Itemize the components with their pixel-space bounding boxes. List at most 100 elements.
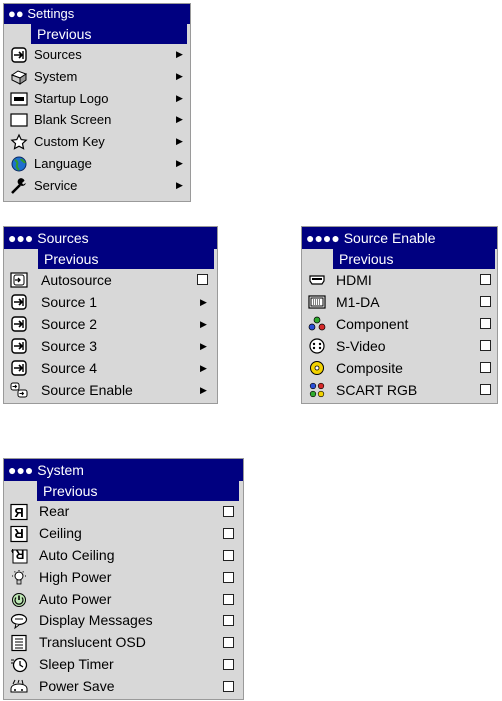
display-messages-checkbox[interactable]: [223, 615, 234, 627]
power-save-checkbox[interactable]: [223, 681, 234, 693]
system-item-label: High Power: [39, 568, 112, 585]
clock-icon: [11, 658, 28, 673]
sources-item-source-enable[interactable]: Source Enable ▶: [4, 379, 217, 401]
hdmi-checkbox[interactable]: [480, 274, 491, 285]
globe-icon: [11, 156, 27, 172]
scart-rgb-checkbox[interactable]: [480, 384, 491, 395]
submenu-arrow-icon: ▶: [176, 157, 183, 168]
settings-previous-item[interactable]: Previous: [31, 24, 187, 44]
settings-menu-title: ●● Settings: [4, 4, 190, 24]
submenu-arrow-icon: ▶: [200, 341, 207, 351]
auto-ceiling-icon: R: [11, 547, 28, 564]
source-enable-previous-item[interactable]: Previous: [333, 249, 495, 269]
system-item-display-messages[interactable]: Display Messages: [4, 610, 243, 632]
sources-item-label: Source 4: [41, 360, 98, 376]
sources-previous-item[interactable]: Previous: [38, 249, 214, 269]
settings-item-label: Custom Key: [34, 134, 105, 150]
sources-item-source-4[interactable]: Source 4 ▶: [4, 357, 217, 379]
autosource-checkbox[interactable]: [197, 274, 208, 285]
system-item-label: Auto Ceiling: [39, 546, 115, 563]
system-item-auto-power[interactable]: Auto Power: [4, 589, 243, 611]
system-item-auto-ceiling[interactable]: R Auto Ceiling: [4, 545, 243, 567]
settings-item-language[interactable]: Language ▶: [4, 153, 190, 175]
submenu-arrow-icon: ▶: [176, 70, 183, 81]
translucent-osd-checkbox[interactable]: [223, 637, 234, 649]
submenu-arrow-icon: ▶: [200, 319, 207, 329]
power-save-icon: [10, 679, 28, 693]
sources-item-source-1[interactable]: Source 1 ▶: [4, 291, 217, 313]
sources-item-source-3[interactable]: Source 3 ▶: [4, 335, 217, 357]
system-item-label: Ceiling: [39, 524, 82, 541]
rear-checkbox[interactable]: [223, 506, 234, 517]
system-menu-title: ●●● System: [4, 459, 243, 481]
translucent-osd-icon: [11, 635, 27, 652]
sources-item-source-2[interactable]: Source 2 ▶: [4, 313, 217, 335]
source-enable-item-s-video[interactable]: S-Video: [302, 335, 497, 357]
sleep-timer-checkbox[interactable]: [223, 659, 234, 671]
m1-da-checkbox[interactable]: [480, 296, 491, 307]
system-item-label: Sleep Timer: [39, 656, 114, 673]
submenu-arrow-icon: ▶: [200, 363, 207, 373]
system-menu: ●●● System Previous R Rear R Ceiling R A…: [3, 458, 244, 700]
composite-checkbox[interactable]: [480, 362, 491, 373]
settings-item-blank-screen[interactable]: Blank Screen ▶: [4, 109, 190, 131]
settings-item-custom-key[interactable]: Custom Key ▶: [4, 131, 190, 153]
system-item-rear[interactable]: R Rear: [4, 501, 243, 523]
s-video-icon: [309, 338, 325, 354]
auto-power-checkbox[interactable]: [223, 593, 234, 605]
source-enable-item-component[interactable]: Component: [302, 313, 497, 335]
settings-item-system[interactable]: System ▶: [4, 66, 190, 88]
autosource-icon: [10, 272, 28, 288]
source-enable-item-m1-da[interactable]: M1-DA: [302, 291, 497, 313]
settings-item-sources[interactable]: Sources ▶: [4, 44, 190, 66]
source-enable-item-scart-rgb[interactable]: SCART RGB: [302, 379, 497, 401]
settings-item-startup-logo[interactable]: Startup Logo ▶: [4, 88, 190, 110]
source-enable-item-label: Composite: [336, 360, 403, 376]
ceiling-icon: R: [10, 525, 28, 542]
source-icon: [11, 360, 27, 376]
svg-text:R: R: [14, 505, 24, 520]
logo-icon: [10, 91, 28, 106]
sources-item-label: Source Enable: [41, 382, 133, 398]
settings-item-label: System: [34, 68, 78, 84]
system-item-ceiling[interactable]: R Ceiling: [4, 523, 243, 545]
sources-item-autosource[interactable]: Autosource: [4, 269, 217, 291]
system-item-sleep-timer[interactable]: Sleep Timer: [4, 654, 243, 676]
settings-item-label: Sources: [34, 47, 82, 62]
submenu-arrow-icon: ▶: [176, 179, 183, 190]
sources-item-label: Source 3: [41, 338, 98, 354]
system-item-label: Display Messages: [39, 612, 153, 629]
ceiling-checkbox[interactable]: [223, 527, 234, 539]
system-item-high-power[interactable]: High Power: [4, 567, 243, 589]
sources-item-label: Source 2: [41, 316, 98, 332]
source-enable-item-composite[interactable]: Composite: [302, 357, 497, 379]
hdmi-icon: [309, 275, 325, 285]
auto-ceiling-checkbox[interactable]: [223, 549, 234, 561]
rear-icon: R: [10, 503, 28, 521]
high-power-checkbox[interactable]: [223, 571, 234, 583]
source-icon: [11, 338, 27, 354]
auto-power-icon: [12, 592, 26, 607]
submenu-arrow-icon: ▶: [176, 136, 183, 147]
source-enable-item-label: Component: [336, 316, 409, 332]
settings-item-service[interactable]: Service ▶: [4, 175, 190, 197]
settings-item-label: Blank Screen: [34, 112, 112, 128]
source-enable-menu-title: ●●●● Source Enable: [302, 227, 497, 249]
composite-icon: [310, 361, 324, 375]
s-video-checkbox[interactable]: [480, 340, 491, 351]
system-previous-item[interactable]: Previous: [37, 481, 239, 501]
system-item-translucent-osd[interactable]: Translucent OSD: [4, 632, 243, 654]
submenu-arrow-icon: ▶: [176, 114, 183, 125]
system-item-power-save[interactable]: Power Save: [4, 676, 243, 698]
settings-item-label: Service: [34, 177, 78, 193]
scart-rgb-icon: [309, 382, 325, 398]
source-enable-item-hdmi[interactable]: HDMI: [302, 269, 497, 291]
component-checkbox[interactable]: [480, 318, 491, 329]
source-enable-item-label: S-Video: [336, 338, 386, 354]
source-enable-item-label: HDMI: [336, 272, 372, 288]
source-enable-menu: ●●●● Source Enable Previous HDMI M1-DA C…: [301, 226, 498, 404]
settings-menu: ●● Settings Previous Sources ▶ System ▶ …: [3, 3, 191, 202]
svg-text:R: R: [14, 526, 24, 541]
sources-icon: [11, 47, 27, 63]
source-icon: [11, 316, 27, 332]
